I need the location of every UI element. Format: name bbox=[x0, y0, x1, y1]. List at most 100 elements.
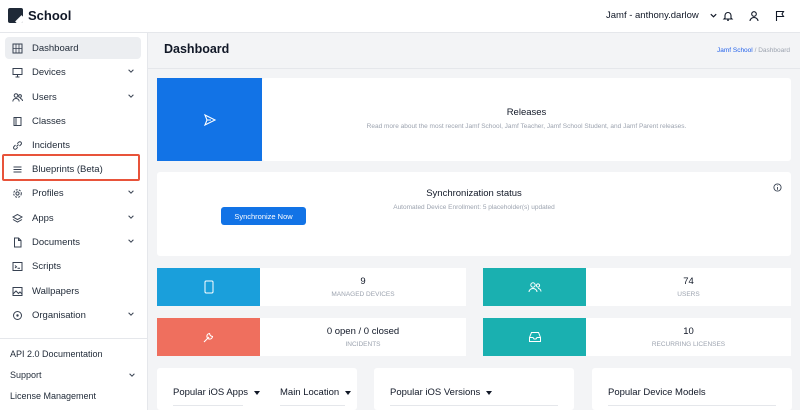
synchronize-now-button[interactable]: Synchronize Now bbox=[221, 207, 306, 225]
recurring-licenses-card[interactable]: 10 RECURRING LICENSES bbox=[586, 318, 791, 356]
sidebar-item-label: Incidents bbox=[32, 139, 71, 151]
sidebar-item-organisation[interactable]: Organisation bbox=[5, 304, 141, 326]
sidebar-item-scripts[interactable]: Scripts bbox=[5, 255, 141, 277]
sync-subtitle: Automated Device Enrollment: 5 placehold… bbox=[393, 204, 555, 211]
inbox-icon bbox=[528, 332, 541, 342]
devices-tile[interactable] bbox=[157, 268, 260, 306]
image-icon bbox=[11, 285, 23, 297]
chevron-down-icon bbox=[129, 373, 135, 377]
sidebar-item-blueprints[interactable]: Blueprints (Beta) bbox=[5, 158, 141, 180]
sidebar-item-profiles[interactable]: Profiles bbox=[5, 182, 141, 204]
panel-divider bbox=[280, 405, 345, 406]
sidebar-item-label: Organisation bbox=[32, 309, 86, 321]
sidebar-item-label: Blueprints (Beta) bbox=[32, 163, 103, 175]
target-icon bbox=[11, 309, 23, 321]
chevron-down-icon bbox=[710, 13, 717, 18]
sidebar: Dashboard Devices Users Classes Incident… bbox=[0, 33, 148, 410]
recurring-licenses-count: 10 bbox=[683, 326, 694, 337]
chevron-down-icon bbox=[128, 312, 134, 316]
main-location-dropdown[interactable]: Main Location bbox=[280, 387, 352, 398]
popular-ios-apps-dropdown[interactable]: Popular iOS Apps bbox=[173, 387, 260, 398]
bell-icon[interactable] bbox=[721, 9, 735, 23]
managed-devices-card[interactable]: 9 MANAGED DEVICES bbox=[260, 268, 466, 306]
api-docs-link[interactable]: API 2.0 Documentation bbox=[10, 349, 136, 359]
support-label: Support bbox=[10, 370, 42, 380]
header-divider bbox=[148, 68, 800, 69]
users-count: 74 bbox=[683, 276, 694, 287]
flag-icon[interactable] bbox=[773, 9, 787, 23]
license-management-link[interactable]: License Management bbox=[10, 391, 136, 401]
users-tile[interactable] bbox=[483, 268, 586, 306]
sidebar-divider bbox=[0, 338, 147, 339]
sidebar-item-label: Classes bbox=[32, 115, 66, 127]
grid-icon bbox=[11, 42, 23, 54]
gear-icon bbox=[11, 187, 23, 199]
popular-ios-apps-panel: Popular iOS Apps Main Location bbox=[157, 368, 357, 410]
popular-device-models-label: Popular Device Models bbox=[608, 387, 706, 398]
book-icon bbox=[11, 115, 23, 127]
support-menu[interactable]: Support bbox=[10, 370, 136, 380]
user-icon[interactable] bbox=[747, 9, 761, 23]
sidebar-item-devices[interactable]: Devices bbox=[5, 61, 141, 83]
sidebar-item-apps[interactable]: Apps bbox=[5, 207, 141, 229]
sidebar-item-label: Profiles bbox=[32, 187, 64, 199]
breadcrumb-current: Dashboard bbox=[758, 47, 790, 54]
monitor-icon bbox=[11, 66, 23, 78]
sidebar-item-wallpapers[interactable]: Wallpapers bbox=[5, 280, 141, 302]
releases-subtitle: Read more about the most recent Jamf Sch… bbox=[366, 123, 687, 130]
incidents-label: INCIDENTS bbox=[345, 341, 381, 348]
sidebar-item-documents[interactable]: Documents bbox=[5, 231, 141, 253]
top-bar: School Jamf - anthony.darlow bbox=[0, 0, 800, 33]
licenses-tile[interactable] bbox=[483, 318, 586, 356]
releases-title: Releases bbox=[506, 107, 547, 118]
caret-down-icon bbox=[254, 390, 260, 395]
sidebar-item-label: Devices bbox=[32, 66, 66, 78]
document-icon bbox=[11, 236, 23, 248]
terminal-icon bbox=[11, 260, 23, 272]
popular-device-models-title: Popular Device Models bbox=[608, 387, 706, 398]
incidents-card[interactable]: 0 open / 0 closed INCIDENTS bbox=[260, 318, 466, 356]
wrench-icon bbox=[203, 332, 214, 342]
sidebar-item-label: Dashboard bbox=[32, 42, 79, 54]
breadcrumb: Jamf School / Dashboard bbox=[717, 47, 790, 54]
popular-ios-versions-dropdown[interactable]: Popular iOS Versions bbox=[390, 387, 493, 398]
sidebar-item-dashboard[interactable]: Dashboard bbox=[5, 37, 141, 59]
sidebar-item-label: Scripts bbox=[32, 260, 62, 272]
link-icon bbox=[11, 139, 23, 151]
managed-devices-count: 9 bbox=[360, 276, 366, 287]
app-logo[interactable]: School bbox=[8, 8, 71, 23]
sidebar-item-users[interactable]: Users bbox=[5, 86, 141, 108]
users-icon bbox=[528, 282, 541, 293]
info-icon[interactable] bbox=[773, 183, 782, 192]
chevron-down-icon bbox=[128, 190, 134, 194]
sync-card: Synchronization status Automated Device … bbox=[157, 172, 791, 256]
panel-divider bbox=[608, 405, 776, 406]
list-icon bbox=[11, 163, 23, 175]
users-icon bbox=[11, 91, 23, 103]
sidebar-item-label: Users bbox=[32, 91, 57, 103]
breadcrumb-home[interactable]: Jamf School bbox=[717, 47, 753, 54]
app-name: School bbox=[28, 8, 72, 23]
panel-divider bbox=[390, 405, 558, 406]
sidebar-item-label: Apps bbox=[32, 212, 54, 224]
panel-divider bbox=[173, 405, 243, 406]
users-card[interactable]: 74 USERS bbox=[586, 268, 791, 306]
users-label: USERS bbox=[677, 291, 700, 298]
sidebar-item-label: Documents bbox=[32, 236, 81, 248]
caret-down-icon bbox=[345, 390, 352, 395]
user-menu[interactable]: Jamf - anthony.darlow bbox=[606, 10, 718, 21]
license-management-label: License Management bbox=[10, 391, 97, 401]
chevron-down-icon bbox=[128, 239, 134, 243]
releases-card[interactable]: Releases Read more about the most recent… bbox=[262, 78, 791, 161]
caret-down-icon bbox=[486, 390, 493, 395]
breadcrumb-separator: / bbox=[754, 47, 757, 54]
chevron-down-icon bbox=[128, 215, 134, 219]
page-title: Dashboard bbox=[164, 42, 230, 56]
incidents-tile[interactable] bbox=[157, 318, 260, 356]
releases-tile[interactable] bbox=[157, 78, 262, 161]
layers-icon bbox=[11, 212, 23, 224]
popular-ios-versions-title: Popular iOS Versions bbox=[390, 387, 481, 398]
sidebar-item-incidents[interactable]: Incidents bbox=[5, 134, 141, 156]
sidebar-item-classes[interactable]: Classes bbox=[5, 110, 141, 132]
popular-device-models-panel: Popular Device Models bbox=[592, 368, 792, 410]
